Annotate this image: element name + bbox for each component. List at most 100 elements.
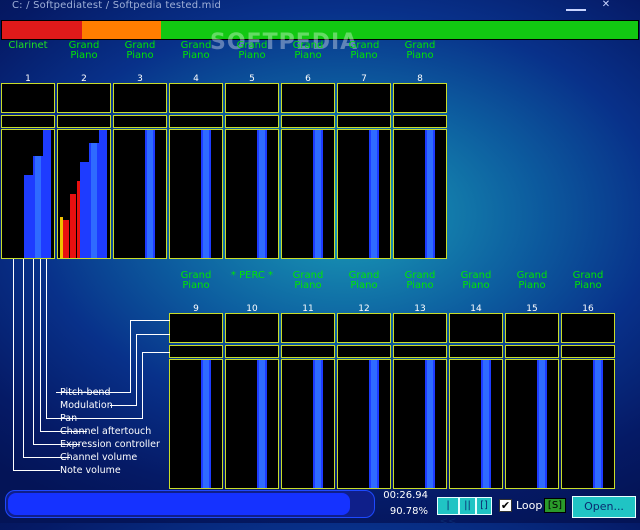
pan-box — [393, 115, 447, 128]
channel-11-instrument: Grand Piano — [292, 270, 324, 291]
level-meter — [337, 359, 391, 489]
level-meter — [281, 359, 335, 489]
expression-bar-highlight — [427, 130, 433, 258]
pitch-modulation-box — [57, 83, 111, 113]
rewind-button[interactable]: |<< — [437, 497, 459, 527]
expression-bar-highlight — [315, 360, 321, 488]
connector-line — [130, 320, 131, 392]
level-meter — [561, 359, 615, 489]
pitch-modulation-box — [113, 83, 167, 113]
channel-15-instrument: Grand Piano — [516, 270, 548, 291]
connector-line — [23, 259, 24, 457]
level-meter — [505, 359, 559, 489]
pan-box — [169, 345, 223, 358]
channel-16-instrument: Grand Piano — [572, 270, 604, 291]
close-button[interactable]: ✕ — [596, 0, 616, 10]
s-button[interactable]: [S] — [544, 498, 566, 513]
level-meter — [169, 129, 223, 259]
channel-6-instrument: Grand Piano — [292, 40, 324, 61]
expression-bar-highlight — [259, 130, 265, 258]
pan-box — [337, 115, 391, 128]
expression-bar-highlight — [371, 130, 377, 258]
connector-line — [110, 405, 137, 406]
minimize-button[interactable] — [566, 0, 586, 11]
channel-14-instrument: Grand Piano — [460, 270, 492, 291]
expression-bar-highlight — [91, 143, 97, 258]
pitch-modulation-box — [337, 313, 391, 343]
note-bar — [70, 194, 76, 258]
pitch-modulation-box — [169, 83, 223, 113]
connector-line — [136, 334, 170, 335]
pan-box — [281, 345, 335, 358]
playback-progress-bar[interactable] — [5, 490, 375, 518]
level-meter — [225, 129, 279, 259]
channel-12-instrument: Grand Piano — [348, 270, 380, 291]
channel-5-instrument: Grand Piano — [236, 40, 268, 61]
pan-box — [225, 115, 279, 128]
level-meter — [225, 359, 279, 489]
window-title: C: / Softpediatest / Softpedia tested.mi… — [12, 0, 222, 11]
expression-bar-highlight — [483, 360, 489, 488]
expression-bar-highlight — [35, 156, 41, 258]
stop-button[interactable]: [] — [476, 497, 492, 515]
loop-checkbox[interactable]: ✔ — [499, 499, 512, 512]
aftertouch-bar — [43, 130, 51, 258]
channel-volume-bar — [80, 162, 89, 258]
loop-label[interactable]: Loop — [516, 499, 542, 512]
pause-button[interactable]: || — [459, 497, 476, 515]
open-button[interactable]: Open... — [572, 496, 636, 518]
pitch-modulation-box — [169, 313, 223, 343]
level-meter — [393, 129, 447, 259]
expression-bar-highlight — [315, 130, 321, 258]
playback-percent: 90.78% — [389, 506, 428, 517]
pitch-modulation-box — [225, 83, 279, 113]
pitch-modulation-box — [1, 83, 55, 113]
connector-line — [46, 259, 47, 418]
channel-3-instrument: Grand Piano — [124, 40, 156, 61]
note-bar — [63, 220, 69, 258]
channel-7-instrument: Grand Piano — [348, 40, 380, 61]
channel-8-instrument: Grand Piano — [404, 40, 436, 61]
pan-box — [169, 115, 223, 128]
pitch-modulation-box — [449, 313, 503, 343]
level-meter — [393, 359, 447, 489]
legend-note-volume: Note volume — [60, 465, 121, 476]
connector-line — [40, 259, 41, 431]
note-bar — [60, 217, 63, 258]
aftertouch-bar — [99, 130, 107, 258]
expression-bar-highlight — [595, 360, 601, 488]
connector-line — [136, 334, 137, 405]
progress-fill — [8, 493, 351, 515]
channel-10-instrument: * PERC * — [230, 270, 274, 281]
level-meter — [449, 359, 503, 489]
pan-box — [337, 345, 391, 358]
legend-channel-aftertouch: Channel aftertouch — [60, 426, 152, 437]
level-meter — [169, 359, 223, 489]
activity-segment — [81, 21, 161, 39]
level-meter — [113, 129, 167, 259]
pan-box — [281, 115, 335, 128]
legend-expression-controller: Expression controller — [60, 439, 160, 450]
connector-line — [13, 259, 14, 470]
connector-line — [82, 418, 143, 419]
connector-line — [130, 320, 170, 321]
expression-bar-highlight — [203, 360, 209, 488]
pitch-modulation-box — [393, 83, 447, 113]
pitch-modulation-box — [561, 313, 615, 343]
level-meter — [1, 129, 55, 259]
pitch-modulation-box — [281, 313, 335, 343]
connector-line — [142, 352, 143, 418]
expression-bar-highlight — [203, 130, 209, 258]
legend-modulation: Modulation — [60, 400, 113, 411]
channel-9-instrument: Grand Piano — [180, 270, 212, 291]
elapsed-time: 00:26.94 — [383, 490, 428, 501]
pan-box — [1, 115, 55, 128]
pan-box — [449, 345, 503, 358]
channel-2-instrument: Grand Piano — [68, 40, 100, 61]
pan-box — [561, 345, 615, 358]
connector-line — [13, 470, 60, 471]
pitch-modulation-box — [393, 313, 447, 343]
pitch-modulation-box — [337, 83, 391, 113]
pitch-modulation-box — [281, 83, 335, 113]
level-meter — [281, 129, 335, 259]
